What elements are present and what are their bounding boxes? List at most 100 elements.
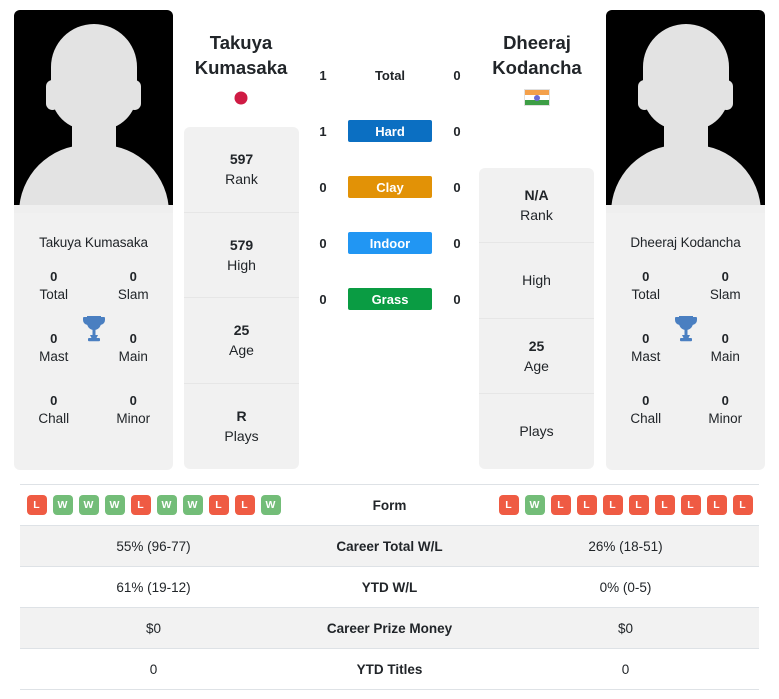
table-cell-left: 55% (96-77) xyxy=(116,538,191,554)
title-value: 0 xyxy=(721,269,729,284)
photo-bottom-strip xyxy=(606,205,765,213)
trophy-icon xyxy=(674,316,697,342)
player-name-right: Dheeraj Kodancha xyxy=(630,235,741,250)
titles-grid-left: 0 Total 0 Slam 0 Mast 0 Main 0 Chall 0 M… xyxy=(14,268,173,428)
surface-right-count: 0 xyxy=(453,179,461,195)
stat-label: Rank xyxy=(520,207,553,224)
stat-label: Age xyxy=(229,342,254,359)
title-stat-minor-left: 0 Minor xyxy=(94,392,174,428)
table-row-label: YTD Titles xyxy=(356,661,423,677)
title-value: 0 xyxy=(50,393,58,408)
title-value: 0 xyxy=(50,269,58,284)
title-stat-chall-left: 0 Chall xyxy=(14,392,94,428)
surface-badge-hard[interactable]: Hard xyxy=(348,120,432,142)
title-value: 0 xyxy=(721,393,729,408)
surface-left-count: 0 xyxy=(319,235,327,251)
title-label: Main xyxy=(118,349,148,364)
avatar-ear-left xyxy=(638,80,651,110)
surface-left-count: 1 xyxy=(319,67,327,83)
avatar-placeholder-icon xyxy=(50,24,137,130)
stat-value: 579 xyxy=(229,236,254,253)
table-row-label: Career Total W/L xyxy=(336,538,443,554)
stat-value: 25 xyxy=(528,337,545,354)
form-badge-l: L xyxy=(208,495,229,515)
surface-right-count: 0 xyxy=(453,67,461,83)
surface-row-hard: 1 Hard 0 xyxy=(315,120,465,142)
player-stat-card-left: 597 Rank 579 High 25 Age R Plays xyxy=(184,127,299,469)
title-label: Slam xyxy=(709,287,741,302)
form-badge-l: L xyxy=(550,495,571,515)
avatar-ear-right xyxy=(720,80,733,110)
player-first-name-right: Dheeraj xyxy=(503,32,571,53)
table-row-ytd-titles: 0 YTD Titles 0 xyxy=(20,649,759,690)
title-label: Main xyxy=(710,349,740,364)
title-label: Mast xyxy=(631,349,661,364)
form-badge-l: L xyxy=(706,495,727,515)
surface-badge-grass[interactable]: Grass xyxy=(348,288,432,310)
surface-row-clay: 0 Clay 0 xyxy=(315,176,465,198)
player-headline-right[interactable]: Dheeraj Kodancha xyxy=(452,30,622,106)
title-value: 0 xyxy=(642,269,650,284)
form-badge-l: L xyxy=(26,495,47,515)
avatar-shoulders xyxy=(610,145,761,213)
form-badge-l: L xyxy=(602,495,623,515)
form-badge-w: W xyxy=(156,495,177,515)
avatar-placeholder-icon xyxy=(642,24,729,130)
title-stat-chall-right: 0 Chall xyxy=(606,392,686,428)
player-photo-card-right: Dheeraj Kodancha 0 Total 0 Slam 0 Mast 0… xyxy=(606,10,765,470)
surface-right-count: 0 xyxy=(453,235,461,251)
stat-rank-left: 597 Rank xyxy=(184,127,299,213)
player-photo-left xyxy=(14,10,173,213)
player-photo-right xyxy=(606,10,765,213)
stat-label: High xyxy=(227,256,256,273)
form-badge-l: L xyxy=(628,495,649,515)
form-badge-w: W xyxy=(260,495,281,515)
player-last-name-right: Kodancha xyxy=(492,57,582,78)
in-flag-green-band xyxy=(525,100,549,105)
in-flag-icon xyxy=(524,89,550,106)
form-badge-l: L xyxy=(680,495,701,515)
stat-high-left: 579 High xyxy=(184,213,299,298)
stat-value: 25 xyxy=(233,322,250,339)
table-cell-left: $0 xyxy=(145,620,162,636)
jp-flag-disc xyxy=(234,91,248,104)
surface-badge-indoor[interactable]: Indoor xyxy=(348,232,432,254)
table-cell-right: $0 xyxy=(617,620,634,636)
form-badges-left: LWWWLWWLLW xyxy=(20,495,287,515)
table-cell-right: 0% (0-5) xyxy=(599,579,652,595)
table-row-form: LWWWLWWLLW Form LWLLLLLLLL xyxy=(20,485,759,526)
table-cell-left: 61% (19-12) xyxy=(116,579,191,595)
stat-label: Plays xyxy=(224,428,259,445)
surface-right-count: 0 xyxy=(453,123,461,139)
title-label: Chall xyxy=(38,411,70,426)
stat-label: Plays xyxy=(519,423,554,440)
form-badge-l: L xyxy=(498,495,519,515)
form-badge-l: L xyxy=(732,495,753,515)
surface-badge-total: Total xyxy=(374,67,406,83)
form-badge-l: L xyxy=(130,495,151,515)
title-value: 0 xyxy=(129,269,137,284)
title-label: Total xyxy=(39,287,69,302)
surface-badge-clay[interactable]: Clay xyxy=(348,176,432,198)
stat-value: R xyxy=(236,408,247,425)
title-stat-total-right: 0 Total xyxy=(606,268,686,304)
title-stat-minor-right: 0 Minor xyxy=(686,392,766,428)
player-headline-left[interactable]: Takuya Kumasaka xyxy=(156,30,326,106)
form-badge-w: W xyxy=(78,495,99,515)
surface-row-indoor: 0 Indoor 0 xyxy=(315,232,465,254)
stat-age-right: 25 Age xyxy=(479,319,594,394)
in-flag-chakra xyxy=(534,94,540,101)
form-badge-l: L xyxy=(234,495,255,515)
form-badge-l: L xyxy=(654,495,675,515)
surface-h2h-column: 1 Total 0 1 Hard 0 0 Clay 0 0 Indoor 0 0… xyxy=(315,64,465,310)
form-badge-w: W xyxy=(524,495,545,515)
player-name-left: Takuya Kumasaka xyxy=(39,235,148,250)
title-label: Minor xyxy=(708,411,743,426)
surface-left-count: 1 xyxy=(319,123,327,139)
surface-left-count: 0 xyxy=(319,291,327,307)
player-comparison-panel: Takuya Kumasaka 0 Total 0 Slam 0 Mast 0 … xyxy=(0,0,779,478)
player-last-name-left: Kumasaka xyxy=(194,57,288,78)
form-badges-right: LWLLLLLLLL xyxy=(492,495,759,515)
stat-high-right: High xyxy=(479,243,594,319)
form-badge-w: W xyxy=(52,495,73,515)
